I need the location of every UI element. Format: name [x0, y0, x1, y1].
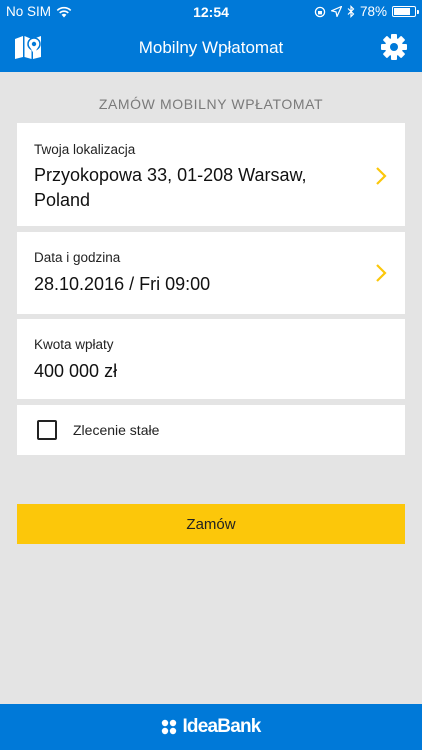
brand-logo: IdeaBank	[0, 716, 422, 738]
datetime-value: 28.10.2016 / Fri 09:00	[34, 274, 211, 294]
brand-name: IdeaBank	[182, 716, 261, 737]
standing-order-row[interactable]: Zlecenie stałe	[17, 405, 405, 455]
location-card[interactable]: Twoja lokalizacja Przyokopowa 33, 01-208…	[17, 123, 405, 226]
brand-dots-icon	[162, 719, 177, 735]
footer: IdeaBank	[0, 704, 422, 750]
gear-icon[interactable]	[380, 33, 408, 61]
amount-label: Kwota wpłaty	[34, 337, 114, 352]
datetime-label: Data i godzina	[34, 250, 121, 265]
section-title: ZAMÓW MOBILNY WPŁATOMAT	[98, 96, 324, 112]
amount-field[interactable]: 400 000 zł	[34, 359, 117, 384]
datetime-card[interactable]: Data i godzina 28.10.2016 / Fri 09:00	[17, 232, 405, 314]
chevron-right-icon	[376, 167, 387, 185]
orientation-lock-icon	[314, 6, 326, 17]
location-arrow-icon	[330, 6, 342, 17]
amount-card[interactable]: Kwota wpłaty 400 000 zł	[17, 319, 405, 399]
standing-order-checkbox[interactable]	[37, 420, 57, 440]
chevron-right-icon	[376, 264, 387, 282]
battery-icon	[392, 6, 419, 17]
battery-percent: 78%	[359, 4, 387, 19]
order-button[interactable]: Zamów	[17, 504, 405, 544]
nav-bar: Mobilny Wpłatomat	[0, 22, 422, 72]
bluetooth-icon	[347, 5, 355, 18]
standing-order-label: Zlecenie stałe	[73, 422, 160, 438]
status-bar: No SIM 12:54 78%	[0, 0, 422, 22]
location-value: Przyokopowa 33, 01-208 Warsaw, Poland	[34, 165, 307, 210]
page-title: Mobilny Wpłatomat	[138, 38, 284, 57]
location-label: Twoja lokalizacja	[34, 142, 136, 157]
battery-fill	[394, 8, 410, 15]
status-right: 78%	[314, 4, 419, 19]
